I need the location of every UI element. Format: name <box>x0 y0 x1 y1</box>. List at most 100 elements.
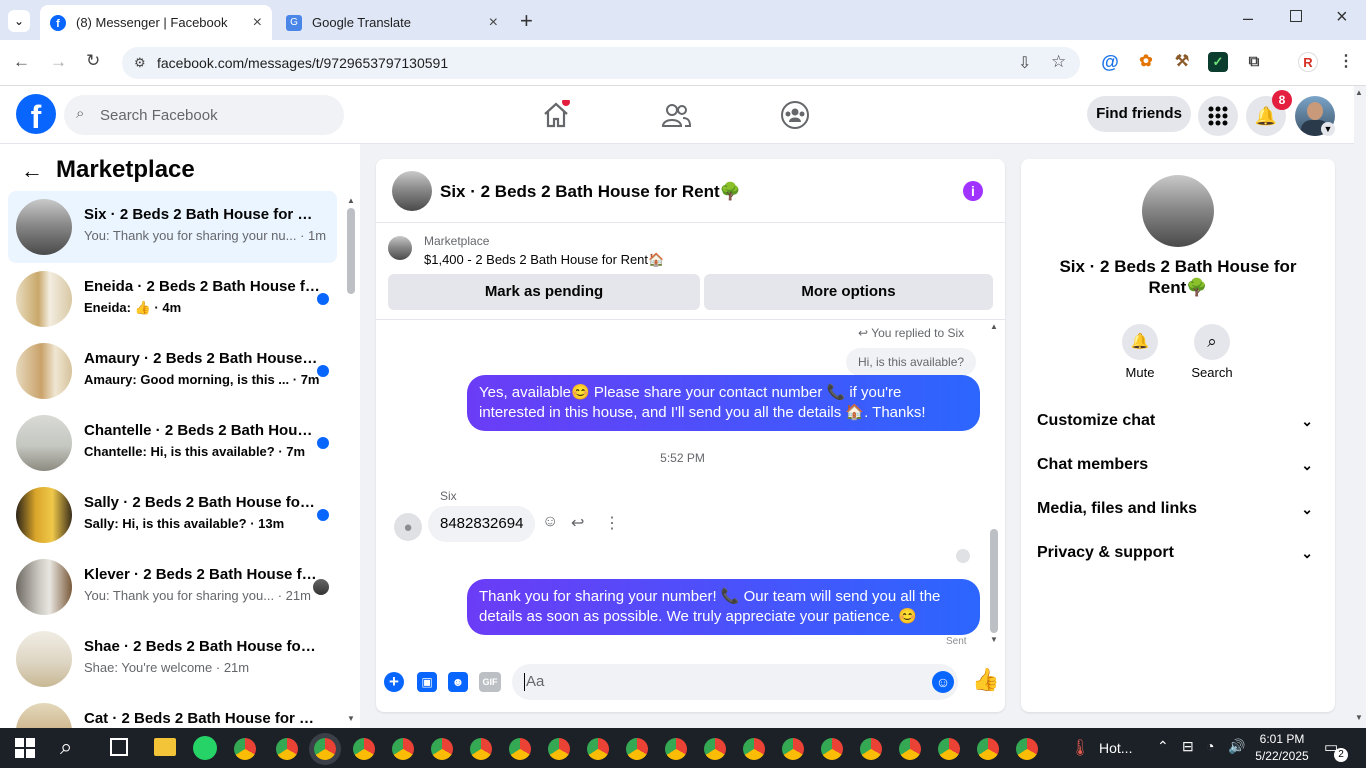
close-tab-icon[interactable]: × <box>253 14 262 32</box>
info-icon[interactable]: i <box>963 181 983 201</box>
menu-grid-icon[interactable] <box>1198 96 1238 136</box>
sender-avatar[interactable]: ● <box>394 513 422 541</box>
search-icon[interactable]: ⌕ <box>1194 324 1230 360</box>
chrome-profile-icon[interactable] <box>704 738 726 760</box>
volume-icon[interactable]: 🔊 <box>1228 738 1245 755</box>
chat-title[interactable]: Six · 2 Beds 2 Bath House for Rent🌳 <box>440 182 741 202</box>
sidebar-scroll-up-icon[interactable]: ▲ <box>347 196 355 205</box>
chrome-profile-icon[interactable] <box>938 738 960 760</box>
info-avatar[interactable] <box>1142 175 1214 247</box>
close-tab-icon[interactable]: × <box>489 14 498 32</box>
quoted-message[interactable]: Hi, is this available? <box>846 348 977 376</box>
back-icon[interactable]: ← <box>13 52 30 72</box>
chrome-profile-icon[interactable] <box>431 738 453 760</box>
chrome-menu-icon[interactable]: ⋮ <box>1336 52 1356 72</box>
chrome-profile-icon[interactable] <box>626 738 648 760</box>
conversation-item[interactable]: Amaury · 2 Beds 2 Bath House for Rent Am… <box>8 335 337 407</box>
weather-text[interactable]: Hot... <box>1099 740 1132 756</box>
listing-title[interactable]: $1,400 - 2 Beds 2 Bath House for Rent🏠 <box>424 252 664 268</box>
chrome-profile-icon[interactable] <box>977 738 999 760</box>
at-extension-icon[interactable]: @ <box>1100 52 1120 72</box>
listing-thumbnail[interactable] <box>388 236 412 260</box>
chrome-profile-icon[interactable] <box>548 738 570 760</box>
chrome-profile-icon[interactable] <box>899 738 921 760</box>
bookmark-star-icon[interactable]: ☆ <box>1051 52 1066 72</box>
reply-icon[interactable]: ↩ <box>571 513 584 533</box>
conversation-item[interactable]: Six · 2 Beds 2 Bath House for Rent You: … <box>8 191 337 263</box>
chrome-profile-icon[interactable] <box>234 738 256 760</box>
taskbar-search-icon[interactable]: ⌕ <box>60 734 72 760</box>
photo-icon[interactable]: ▣ <box>417 672 437 692</box>
reload-icon[interactable]: ↻ <box>86 51 100 71</box>
whatsapp-icon[interactable] <box>193 736 217 760</box>
chrome-profile-icon[interactable] <box>1016 738 1038 760</box>
sidebar-scrollbar[interactable] <box>347 208 355 294</box>
facebook-logo-icon[interactable]: f <box>16 94 56 134</box>
react-smiley-icon[interactable]: ☺ <box>542 513 558 531</box>
customize-chat-section[interactable]: Customize chat ⌄ <box>1037 401 1319 441</box>
check-extension-icon[interactable]: ✓ <box>1208 52 1228 72</box>
mark-as-pending-button[interactable]: Mark as pending <box>388 274 700 310</box>
sent-message-bubble[interactable]: Yes, available😊 Please share your contac… <box>467 375 980 431</box>
tab-search-icon[interactable]: ⌄ <box>8 10 30 32</box>
thread-scrollbar[interactable] <box>990 529 998 633</box>
chrome-profile-icon[interactable] <box>782 738 804 760</box>
chrome-profile-icon[interactable] <box>587 738 609 760</box>
conversation-item[interactable]: Klever · 2 Beds 2 Bath House for Rent Yo… <box>8 551 337 623</box>
flower-extension-icon[interactable]: ✿ <box>1136 52 1156 72</box>
search-input[interactable]: ⌕ Search Facebook <box>64 95 344 135</box>
sent-message-bubble[interactable]: Thank you for sharing your number! 📞 Our… <box>467 579 980 635</box>
add-plus-icon[interactable]: + <box>384 672 404 692</box>
thumbs-up-send-icon[interactable]: 👍 <box>972 667 999 693</box>
tools-extension-icon[interactable]: ⚒ <box>1172 52 1192 72</box>
back-arrow-icon[interactable]: ← <box>21 158 43 184</box>
chrome-profile-icon[interactable] <box>509 738 531 760</box>
url-field[interactable]: ⚙ facebook.com/messages/t/97296537971305… <box>122 47 1080 79</box>
chrome-profile-icon[interactable] <box>470 738 492 760</box>
extensions-puzzle-icon[interactable]: ⧉ <box>1244 52 1264 72</box>
more-actions-icon[interactable]: ⋮ <box>604 513 620 533</box>
chrome-profile-icon[interactable] <box>743 738 765 760</box>
thread-scroll-down-icon[interactable]: ▼ <box>990 635 998 644</box>
gif-icon[interactable]: GIF <box>479 672 501 692</box>
page-scroll-down-icon[interactable]: ▼ <box>1355 713 1363 722</box>
conversation-item[interactable]: Cat · 2 Beds 2 Bath House for Rent <box>8 695 337 728</box>
windows-start-icon[interactable] <box>15 738 35 758</box>
chrome-profile-icon[interactable] <box>665 738 687 760</box>
media-files-links-section[interactable]: Media, files and links ⌄ <box>1037 489 1319 529</box>
page-scroll-up-icon[interactable]: ▲ <box>1355 88 1363 97</box>
task-view-icon[interactable] <box>110 738 128 756</box>
close-window-icon[interactable]: × <box>1336 6 1348 29</box>
forward-icon[interactable]: → <box>50 52 67 72</box>
profile-r-icon[interactable]: R <box>1298 52 1318 72</box>
chat-avatar[interactable] <box>392 171 432 211</box>
wifi-icon[interactable]: ◔ <box>1206 738 1214 754</box>
more-options-button[interactable]: More options <box>704 274 993 310</box>
chrome-profile-icon[interactable] <box>821 738 843 760</box>
minimize-icon[interactable]: – <box>1243 8 1253 29</box>
chrome-active-icon[interactable] <box>314 738 336 760</box>
account-chevron-icon[interactable]: ▼ <box>1321 122 1335 136</box>
home-icon[interactable] <box>541 100 571 130</box>
chat-members-section[interactable]: Chat members ⌄ <box>1037 445 1319 485</box>
chrome-profile-icon[interactable] <box>353 738 375 760</box>
tab-google-translate[interactable]: G Google Translate × <box>276 5 508 40</box>
chrome-profile-icon[interactable] <box>276 738 298 760</box>
restore-icon[interactable] <box>1290 10 1302 22</box>
groups-icon[interactable] <box>780 100 810 130</box>
privacy-support-section[interactable]: Privacy & support ⌄ <box>1037 533 1319 573</box>
conversation-item[interactable]: Chantelle · 2 Beds 2 Bath House for Rent… <box>8 407 337 479</box>
thread-scroll-up-icon[interactable]: ▲ <box>990 322 998 331</box>
emoji-icon[interactable]: ☺ <box>932 671 954 693</box>
sticker-icon[interactable]: ☻ <box>448 672 468 692</box>
tab-messenger[interactable]: f (8) Messenger | Facebook × <box>40 5 272 40</box>
new-tab-icon[interactable]: + <box>520 8 533 34</box>
conversation-item[interactable]: Eneida · 2 Beds 2 Bath House for Rent En… <box>8 263 337 335</box>
show-hidden-icons[interactable]: ⌃ <box>1157 738 1169 755</box>
chrome-profile-icon[interactable] <box>392 738 414 760</box>
clock[interactable]: 6:01 PM 5/22/2025 <box>1255 731 1309 765</box>
conversation-item[interactable]: Shae · 2 Beds 2 Bath House for Rent Shae… <box>8 623 337 695</box>
friends-icon[interactable] <box>661 100 691 130</box>
site-info-icon[interactable]: ⚙ <box>134 55 146 71</box>
network-device-icon[interactable]: ⊟ <box>1182 738 1194 755</box>
